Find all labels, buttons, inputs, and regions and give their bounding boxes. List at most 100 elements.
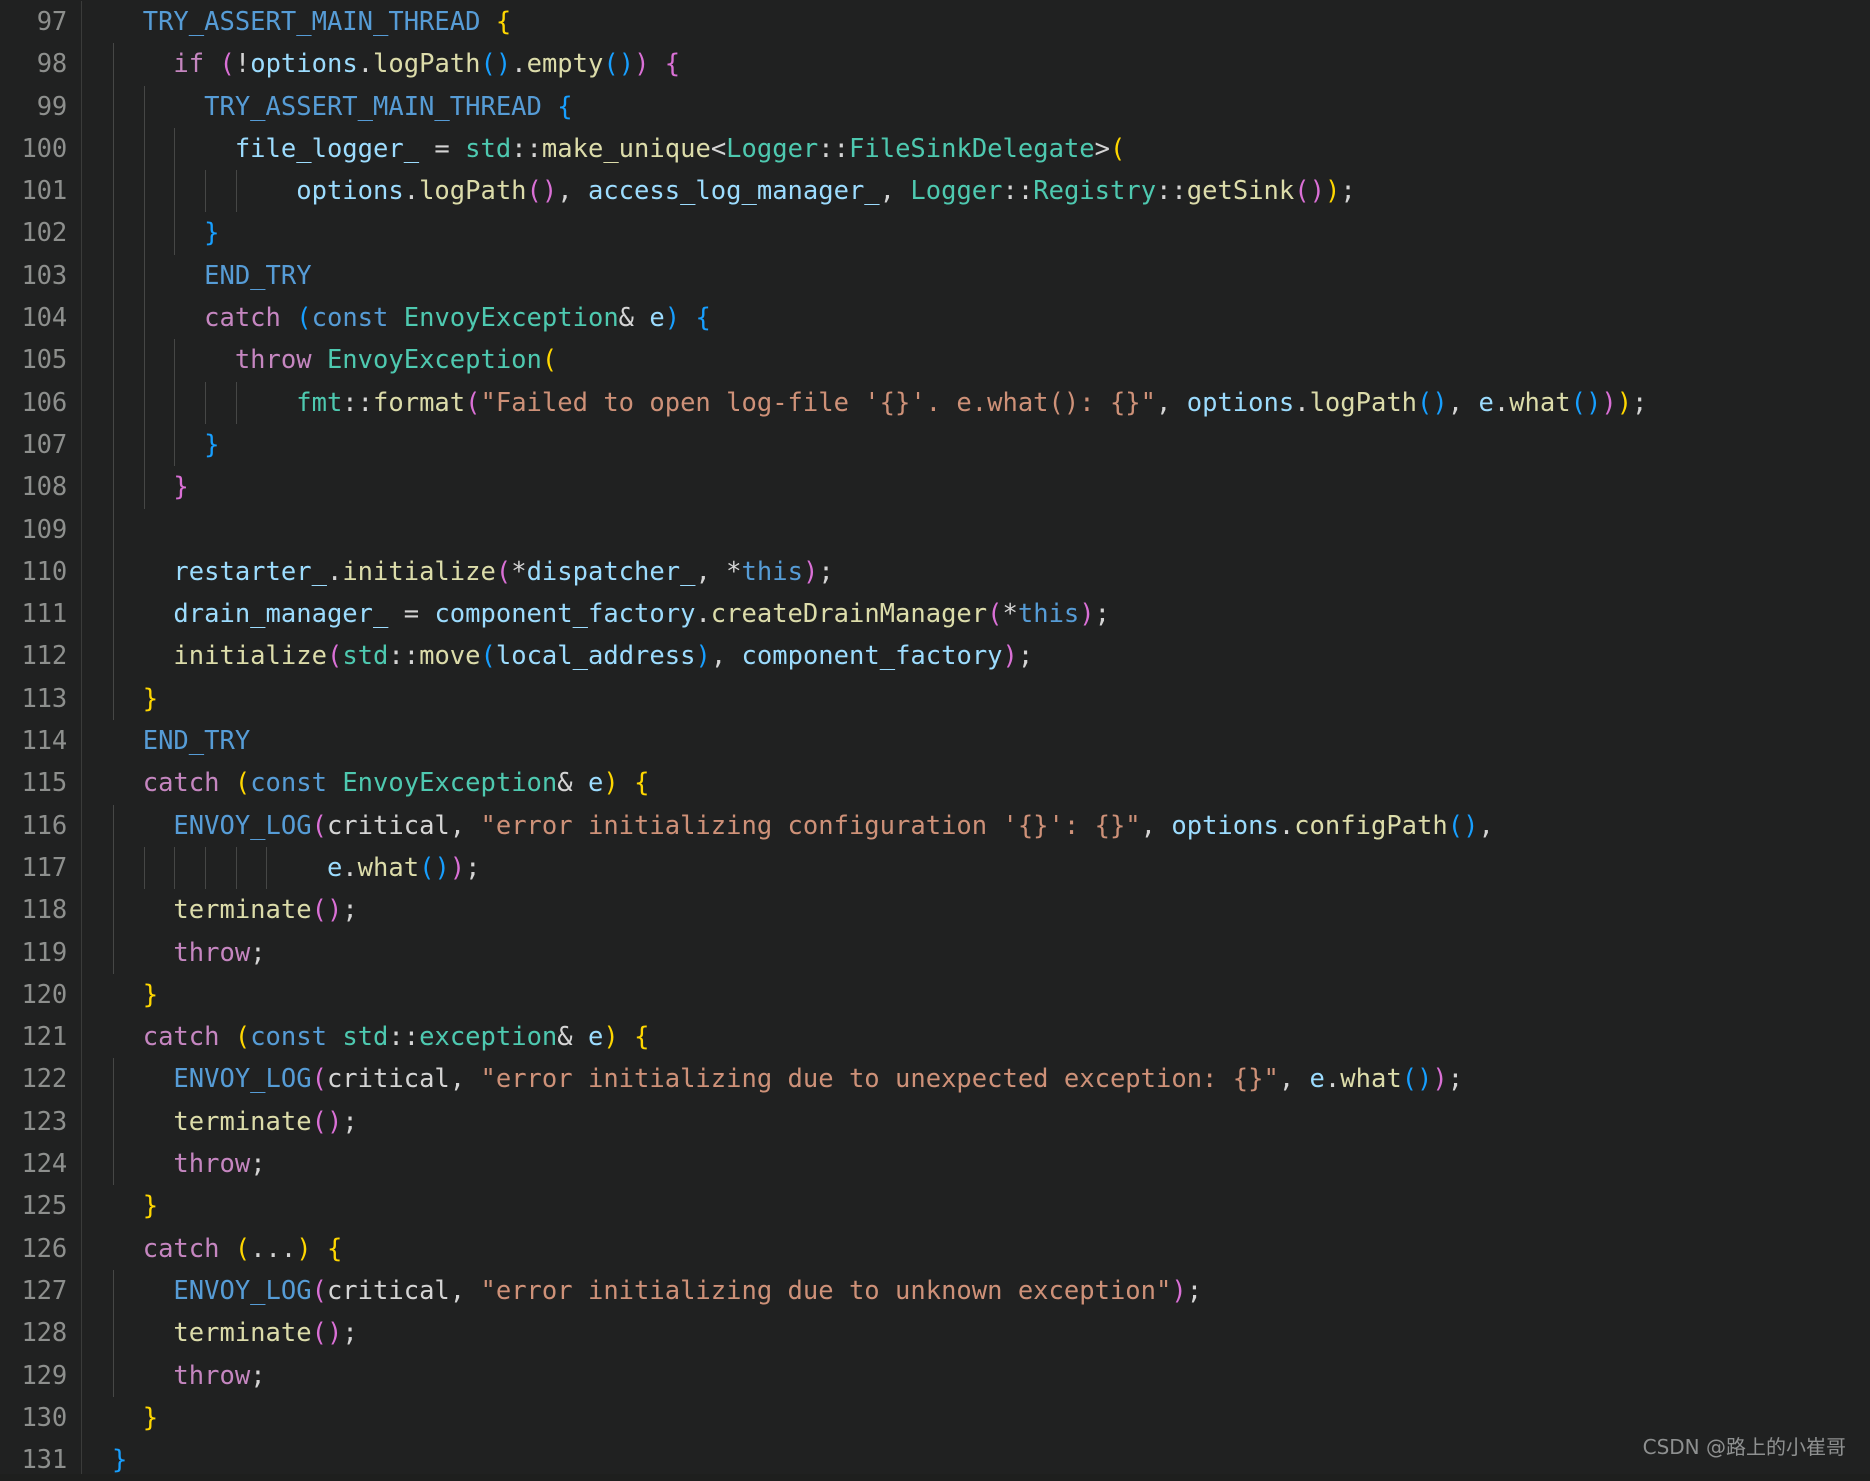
line-number[interactable]: 100 bbox=[0, 128, 68, 170]
line-number[interactable]: 108 bbox=[0, 466, 68, 508]
code-token: , bbox=[1156, 387, 1187, 418]
code-token: :: bbox=[1156, 176, 1187, 207]
code-line[interactable]: terminate(); bbox=[82, 1312, 1870, 1355]
line-number[interactable]: 113 bbox=[0, 678, 68, 720]
code-line[interactable]: catch (const std::exception& e) { bbox=[82, 1016, 1870, 1058]
code-token: } bbox=[142, 979, 159, 1010]
code-token: this bbox=[1017, 599, 1080, 630]
code-token: } bbox=[142, 1402, 159, 1433]
code-token: catch bbox=[142, 1022, 220, 1053]
code-line[interactable]: e.what()); bbox=[82, 846, 1870, 890]
code-line[interactable]: } bbox=[82, 1185, 1870, 1227]
code-line[interactable]: } bbox=[82, 466, 1870, 509]
code-line[interactable]: options.logPath(), access_log_manager_, … bbox=[82, 170, 1870, 213]
line-number[interactable]: 122 bbox=[0, 1058, 68, 1100]
code-token: empty bbox=[526, 49, 604, 80]
line-number[interactable]: 115 bbox=[0, 762, 68, 804]
code-line[interactable]: catch (...) { bbox=[82, 1228, 1870, 1270]
line-number[interactable]: 102 bbox=[0, 212, 68, 254]
code-line[interactable]: fmt::format("Failed to open log-file '{}… bbox=[82, 381, 1870, 424]
line-number[interactable]: 112 bbox=[0, 635, 68, 677]
line-number[interactable]: 125 bbox=[0, 1185, 68, 1227]
code-line[interactable]: } bbox=[82, 974, 1870, 1016]
code-token: logPath bbox=[1309, 387, 1418, 418]
code-line[interactable]: restarter_.initialize(*dispatcher_, *thi… bbox=[82, 550, 1870, 594]
line-number[interactable]: 104 bbox=[0, 297, 68, 339]
line-number[interactable]: 101 bbox=[0, 170, 68, 212]
line-number[interactable]: 130 bbox=[0, 1397, 68, 1439]
line-number[interactable]: 124 bbox=[0, 1143, 68, 1185]
code-line[interactable]: ENVOY_LOG(critical, "error initializing … bbox=[82, 1269, 1870, 1313]
line-number[interactable]: 119 bbox=[0, 932, 68, 974]
code-line[interactable]: file_logger_ = std::make_unique<Logger::… bbox=[82, 127, 1870, 171]
code-line[interactable]: } bbox=[82, 677, 1870, 721]
code-line[interactable] bbox=[82, 508, 1870, 551]
code-token: ) bbox=[296, 1233, 312, 1264]
line-number[interactable]: 118 bbox=[0, 889, 68, 931]
code-line[interactable]: drain_manager_ = component_factory.creat… bbox=[82, 593, 1870, 636]
code-token: throw bbox=[173, 1360, 251, 1391]
code-line[interactable]: } bbox=[82, 1397, 1870, 1439]
code-token: ( bbox=[311, 810, 327, 841]
line-number[interactable]: 127 bbox=[0, 1270, 68, 1312]
code-line[interactable]: END_TRY bbox=[82, 720, 1870, 762]
code-token: , bbox=[1278, 1064, 1310, 1095]
code-token: logPath bbox=[373, 49, 481, 80]
code-line[interactable]: ENVOY_LOG(critical, "error initializing … bbox=[82, 1058, 1870, 1101]
line-number[interactable]: 117 bbox=[0, 847, 68, 889]
code-token: . bbox=[695, 599, 711, 630]
code-line[interactable]: } bbox=[82, 212, 1870, 255]
line-number[interactable]: 105 bbox=[0, 339, 68, 381]
code-line[interactable]: TRY_ASSERT_MAIN_THREAD { bbox=[82, 85, 1870, 128]
code-line[interactable]: throw EnvoyException( bbox=[82, 339, 1870, 382]
line-number[interactable]: 99 bbox=[0, 86, 68, 128]
code-line-text: } bbox=[82, 212, 219, 254]
code-line[interactable]: catch (const EnvoyException& e) { bbox=[82, 762, 1870, 804]
line-number[interactable]: 107 bbox=[0, 424, 68, 466]
code-token: options bbox=[1171, 810, 1279, 841]
line-number[interactable]: 114 bbox=[0, 720, 68, 762]
code-line[interactable]: ENVOY_LOG(critical, "error initializing … bbox=[82, 804, 1870, 847]
code-content-area[interactable]: TRY_ASSERT_MAIN_THREAD { if (!options.lo… bbox=[82, 1, 1870, 1474]
code-line[interactable]: throw; bbox=[82, 1143, 1870, 1186]
line-number[interactable]: 109 bbox=[0, 509, 68, 551]
line-number[interactable]: 131 bbox=[0, 1439, 68, 1481]
line-number[interactable]: 110 bbox=[0, 551, 68, 593]
code-line[interactable]: throw; bbox=[82, 1354, 1870, 1397]
line-number-gutter[interactable]: 97 98 99 100 101 102 103 104 105 106 107 108 109 110 1… bbox=[0, 1, 82, 1475]
code-line[interactable]: initialize(std::move(local_address), com… bbox=[82, 635, 1870, 678]
code-token: file_logger_ bbox=[234, 133, 420, 164]
code-token: . bbox=[1493, 387, 1510, 418]
code-line[interactable]: TRY_ASSERT_MAIN_THREAD { bbox=[82, 1, 1870, 43]
line-number[interactable]: 106 bbox=[0, 382, 68, 424]
code-line[interactable]: } bbox=[82, 1439, 1870, 1474]
code-line[interactable]: } bbox=[82, 423, 1870, 467]
code-line-text: } bbox=[82, 1439, 127, 1474]
line-number[interactable]: 120 bbox=[0, 974, 68, 1016]
code-line[interactable]: if (!options.logPath().empty()) { bbox=[82, 43, 1870, 86]
code-token: ) bbox=[618, 49, 635, 80]
code-editor[interactable]: 97 98 99 100 101 102 103 104 105 106 107 108 109 110 1… bbox=[0, 0, 1870, 1475]
code-line[interactable]: throw; bbox=[82, 931, 1870, 974]
line-number[interactable]: 98 bbox=[0, 43, 68, 85]
line-number[interactable]: 126 bbox=[0, 1228, 68, 1270]
code-line-text: } bbox=[82, 974, 158, 1016]
code-line[interactable]: catch (const EnvoyException& e) { bbox=[82, 297, 1870, 340]
line-number[interactable]: 128 bbox=[0, 1312, 68, 1354]
code-line[interactable]: terminate(); bbox=[82, 889, 1870, 932]
code-line[interactable]: END_TRY bbox=[82, 254, 1870, 298]
code-token: e bbox=[649, 303, 665, 334]
line-number[interactable]: 121 bbox=[0, 1016, 68, 1058]
line-number[interactable]: 97 bbox=[0, 1, 68, 43]
line-number[interactable]: 123 bbox=[0, 1101, 68, 1143]
code-line[interactable]: terminate(); bbox=[82, 1100, 1870, 1144]
line-number[interactable]: 103 bbox=[0, 255, 68, 297]
line-number[interactable]: 116 bbox=[0, 805, 68, 847]
line-number[interactable]: 129 bbox=[0, 1355, 68, 1397]
line-number[interactable]: 111 bbox=[0, 593, 68, 635]
